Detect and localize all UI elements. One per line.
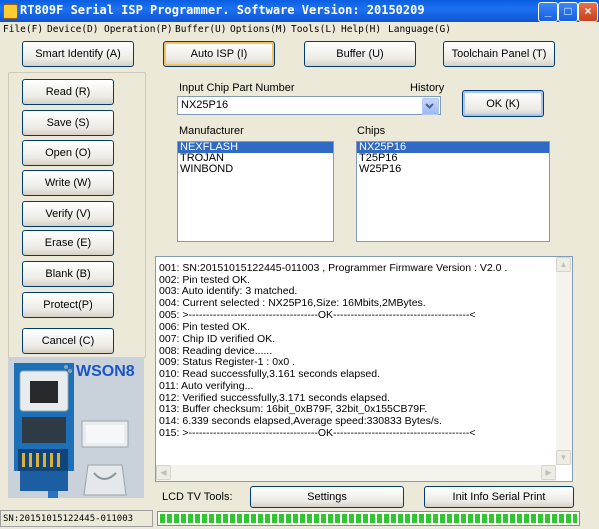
scroll-down-icon[interactable]: ▼ [556, 450, 571, 465]
blank-button[interactable]: Blank (B) [22, 261, 114, 287]
log-line: 009: Status Register-1 : 0x0 . [159, 356, 295, 368]
auto-isp-button[interactable]: Auto ISP (I) [163, 41, 275, 67]
app-icon [3, 4, 18, 19]
log-line: 013: Buffer checksum: 16bit_0xB79F, 32bi… [159, 403, 428, 415]
menu-options[interactable]: Options(M) [230, 24, 287, 35]
ok-button[interactable]: OK (K) [462, 90, 544, 117]
save-button[interactable]: Save (S) [22, 110, 114, 136]
verify-button[interactable]: Verify (V) [22, 201, 114, 227]
menu-tools[interactable]: Tools(L) [291, 24, 337, 35]
log-output[interactable]: 001: SN:20151015122445-011003 , Programm… [155, 256, 573, 482]
lcd-tools-label: LCD TV Tools: [162, 491, 233, 503]
log-line: 004: Current selected : NX25P16,Size: 16… [159, 297, 426, 309]
log-line: 007: Chip ID verified OK. [159, 333, 276, 345]
menu-language[interactable]: Language(G) [388, 24, 451, 35]
write-button[interactable]: Write (W) [22, 170, 114, 196]
read-button[interactable]: Read (R) [22, 79, 114, 105]
log-line: 001: SN:20151015122445-011003 , Programm… [159, 262, 508, 274]
log-line: 010: Read successfully,3.161 seconds ela… [159, 368, 381, 380]
lcd-settings-button[interactable]: Settings [250, 486, 404, 508]
manufacturer-list[interactable]: NEXFLASH TROJAN WINBOND [177, 141, 334, 242]
minimize-icon[interactable]: _ [538, 2, 558, 22]
package-label: WSON8 [76, 363, 135, 380]
chip-part-combobox[interactable]: NX25P16 [177, 96, 441, 115]
scroll-up-icon[interactable]: ▲ [556, 257, 571, 272]
maximize-icon[interactable]: □ [558, 2, 578, 22]
log-line: 005: >----------------------------------… [159, 309, 476, 321]
menu-buffer[interactable]: Buffer(U) [175, 24, 226, 35]
history-label: History [410, 82, 445, 94]
log-line: 003: Auto identify: 3 matched. [159, 285, 298, 297]
log-line: 014: 6.339 seconds elapsed,Average speed… [159, 415, 442, 427]
toolchain-panel-button[interactable]: Toolchain Panel (T) [443, 41, 555, 67]
progress-bar [157, 511, 580, 526]
chip-part-value: NX25P16 [181, 99, 229, 111]
buffer-button[interactable]: Buffer (U) [304, 41, 416, 67]
title-bar: RT809F Serial ISP Programmer. Software V… [0, 0, 599, 22]
list-item[interactable]: WINBOND [178, 164, 333, 175]
protect-button[interactable]: Protect(P) [22, 292, 114, 318]
list-item[interactable]: W25P16 [357, 164, 549, 175]
input-chip-label: Input Chip Part Number [179, 82, 295, 94]
scroll-right-icon[interactable]: ▶ [541, 465, 556, 480]
cancel-button[interactable]: Cancel (C) [22, 328, 114, 354]
log-line: 006: Pin tested OK. [159, 321, 251, 333]
menu-device[interactable]: Device(D) [47, 24, 98, 35]
chip-socket-image: WSON8 [8, 357, 144, 498]
log-line: 011: Auto verifying... [159, 380, 254, 392]
status-serial-number: SN:20151015122445-011003 [0, 510, 153, 527]
log-vertical-scrollbar[interactable]: ▲ ▼ [556, 257, 572, 465]
chips-list[interactable]: NX25P16 T25P16 W25P16 [356, 141, 550, 242]
menu-operation[interactable]: Operation(P) [104, 24, 173, 35]
menu-bar: File(F) Device(D) Operation(P) Buffer(U)… [0, 22, 599, 38]
menu-help[interactable]: Help(H) [341, 24, 381, 35]
log-line: 015: >----------------------------------… [159, 427, 476, 439]
erase-button[interactable]: Erase (E) [22, 230, 114, 256]
manufacturer-label: Manufacturer [179, 125, 244, 137]
open-button[interactable]: Open (O) [22, 140, 114, 166]
log-horizontal-scrollbar[interactable]: ◀ ▶ [156, 465, 556, 481]
close-icon[interactable]: × [578, 2, 598, 22]
init-info-serial-print-button[interactable]: Init Info Serial Print [424, 486, 574, 508]
window-title: RT809F Serial ISP Programmer. Software V… [20, 3, 425, 17]
chevron-down-icon[interactable] [422, 98, 439, 115]
scroll-left-icon[interactable]: ◀ [156, 465, 171, 480]
chips-label: Chips [357, 125, 386, 137]
progress-fill [160, 514, 577, 523]
smart-identify-button[interactable]: Smart Identify (A) [22, 41, 134, 67]
menu-file[interactable]: File(F) [3, 24, 43, 35]
